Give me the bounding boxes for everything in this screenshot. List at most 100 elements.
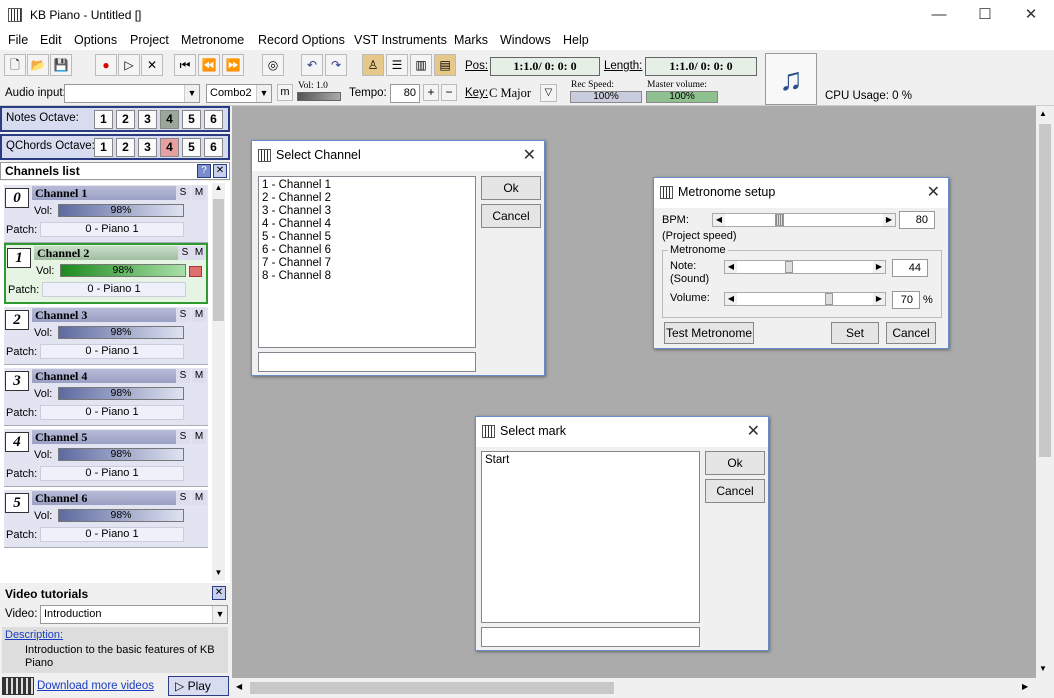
notes-octave-4[interactable]: 4 (160, 110, 179, 129)
record-indicator[interactable] (189, 266, 202, 277)
list-item[interactable]: 3 - Channel 3 (262, 205, 472, 218)
scroll-thumb[interactable] (213, 199, 224, 321)
patch-value[interactable]: 0 - Piano 1 (40, 466, 184, 481)
patch-value[interactable]: 0 - Piano 1 (40, 344, 184, 359)
cancel-button[interactable]: Cancel (705, 479, 765, 503)
key-dropdown-icon[interactable]: ▽ (540, 84, 557, 102)
arrow-right-icon[interactable]: ▶ (873, 293, 885, 305)
list-item[interactable]: Start (485, 454, 696, 467)
m-button[interactable]: m (277, 84, 293, 101)
scroll-right-icon[interactable]: ▶ (1022, 682, 1028, 691)
piano-keys-icon[interactable]: ▥ (410, 54, 432, 76)
channel-list[interactable]: 1 - Channel 1 2 - Channel 2 3 - Channel … (258, 176, 476, 348)
download-videos-link[interactable]: Download more videos (37, 680, 154, 692)
stop-icon[interactable]: ✕ (141, 54, 163, 76)
menu-metronome[interactable]: Metronome (181, 33, 244, 47)
menu-file[interactable]: File (8, 33, 28, 47)
notes-octave-2[interactable]: 2 (116, 110, 135, 129)
workspace-hscroll[interactable]: ◀ ▶ (232, 678, 1036, 698)
solo-button[interactable]: S (176, 491, 190, 505)
cancel-button[interactable]: Cancel (886, 322, 936, 344)
ok-button[interactable]: Ok (705, 451, 765, 475)
solo-button[interactable]: S (176, 430, 190, 444)
channel-card-3[interactable]: 2 Channel 3 S M Vol: 98% Patch: 0 - Pian… (4, 307, 208, 365)
volume-bar[interactable]: 98% (58, 387, 184, 400)
scroll-down-icon[interactable]: ▼ (212, 568, 225, 581)
menu-record-options[interactable]: Record Options (258, 33, 345, 47)
solo-button[interactable]: S (176, 369, 190, 383)
volume-slider[interactable]: ◀ ▶ (724, 292, 886, 306)
solo-button[interactable]: S (176, 186, 190, 200)
volume-bar[interactable]: 98% (58, 509, 184, 522)
arrow-left-icon[interactable]: ◀ (713, 214, 725, 226)
go-start-icon[interactable]: ⏮ (174, 54, 196, 76)
arrow-right-icon[interactable]: ▶ (883, 214, 895, 226)
fast-forward-icon[interactable]: ⏩ (222, 54, 244, 76)
close-icon[interactable]: ✕ (927, 182, 940, 202)
bpm-slider[interactable]: ◀ ▶ (712, 213, 896, 227)
keyboard-view-icon[interactable]: ▤ (434, 54, 456, 76)
notes-octave-1[interactable]: 1 (94, 110, 113, 129)
arrow-right-icon[interactable]: ▶ (873, 261, 885, 273)
record-icon[interactable]: ● (95, 54, 117, 76)
mute-button[interactable]: M (192, 246, 206, 260)
close-icon[interactable]: ✕ (213, 164, 227, 178)
close-icon[interactable]: ✕ (747, 421, 760, 441)
play-button[interactable]: ▷ Play (168, 676, 229, 696)
notes-octave-5[interactable]: 5 (182, 110, 201, 129)
slider-thumb[interactable] (785, 261, 793, 273)
scroll-thumb[interactable] (1039, 124, 1051, 457)
mute-button[interactable]: M (192, 491, 206, 505)
notes-octave-3[interactable]: 3 (138, 110, 157, 129)
list-item[interactable]: 7 - Channel 7 (262, 257, 472, 270)
ok-button[interactable]: Ok (481, 176, 541, 200)
note-value[interactable]: 44 (892, 259, 928, 277)
qchords-octave-5[interactable]: 5 (182, 138, 201, 157)
qchords-octave-1[interactable]: 1 (94, 138, 113, 157)
qchords-octave-6[interactable]: 6 (204, 138, 223, 157)
channel-card-5[interactable]: 4 Channel 5 S M Vol: 98% Patch: 0 - Pian… (4, 429, 208, 487)
qchords-octave-2[interactable]: 2 (116, 138, 135, 157)
rewind-icon[interactable]: ⏪ (198, 54, 220, 76)
patch-value[interactable]: 0 - Piano 1 (42, 282, 186, 297)
list-item[interactable]: 2 - Channel 2 (262, 192, 472, 205)
master-volume-bar[interactable]: 100% (646, 91, 718, 103)
menu-windows[interactable]: Windows (500, 33, 551, 47)
list-item[interactable]: 1 - Channel 1 (262, 179, 472, 192)
arrow-left-icon[interactable]: ◀ (725, 293, 737, 305)
audio-input-select[interactable]: ▼ (64, 84, 200, 103)
volume-slider[interactable] (297, 92, 341, 101)
undo-icon[interactable]: ↶ (301, 54, 323, 76)
mute-button[interactable]: M (192, 430, 206, 444)
channel-filter-input[interactable] (258, 352, 476, 372)
patch-value[interactable]: 0 - Piano 1 (40, 222, 184, 237)
video-select[interactable]: Introduction ▼ (40, 605, 228, 624)
channel-card-4[interactable]: 3 Channel 4 S M Vol: 98% Patch: 0 - Pian… (4, 368, 208, 426)
rec-speed-bar[interactable]: 100% (570, 91, 642, 103)
play-icon[interactable]: ▷ (118, 54, 140, 76)
metronome-toggle-icon[interactable]: ◎ (262, 54, 284, 76)
music-notes-icon[interactable]: ♫ (765, 53, 817, 105)
scroll-up-icon[interactable]: ▲ (1039, 109, 1047, 118)
help-icon[interactable]: ? (197, 164, 211, 178)
arrow-left-icon[interactable]: ◀ (725, 261, 737, 273)
mixer-icon[interactable]: ☰ (386, 54, 408, 76)
volume-bar[interactable]: 98% (60, 264, 186, 277)
description-link[interactable]: Description: (5, 629, 63, 641)
volume-bar[interactable]: 98% (58, 326, 184, 339)
channel-card-6[interactable]: 5 Channel 6 S M Vol: 98% Patch: 0 - Pian… (4, 490, 208, 548)
list-item[interactable]: 5 - Channel 5 (262, 231, 472, 244)
metronome-icon[interactable]: ♙ (362, 54, 384, 76)
qchords-octave-4[interactable]: 4 (160, 138, 179, 157)
menu-project[interactable]: Project (130, 33, 169, 47)
patch-value[interactable]: 0 - Piano 1 (40, 405, 184, 420)
list-item[interactable]: 6 - Channel 6 (262, 244, 472, 257)
save-icon[interactable]: 💾 (50, 54, 72, 76)
scroll-thumb[interactable] (250, 682, 614, 694)
menu-options[interactable]: Options (74, 33, 117, 47)
list-item[interactable]: 8 - Channel 8 (262, 270, 472, 283)
notes-octave-6[interactable]: 6 (204, 110, 223, 129)
minimize-button[interactable]: — (916, 0, 962, 30)
list-item[interactable]: 4 - Channel 4 (262, 218, 472, 231)
mute-button[interactable]: M (192, 369, 206, 383)
